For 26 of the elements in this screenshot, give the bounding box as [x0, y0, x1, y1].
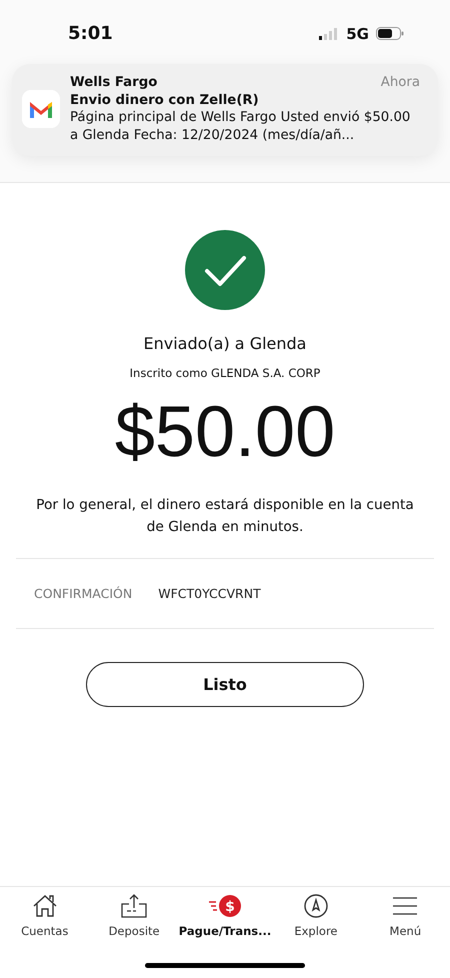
- battery-icon: [376, 27, 404, 40]
- menu-icon: [392, 895, 418, 917]
- done-button[interactable]: Listo: [86, 662, 364, 707]
- tab[interactable]: Menú: [360, 893, 450, 953]
- checkmark-icon: [185, 230, 265, 310]
- clock: 5:01: [68, 23, 113, 44]
- signal-icon: [319, 28, 340, 40]
- confirmation-label: CONFIRMACIÓN: [34, 586, 132, 601]
- confirmation-code: WFCT0YCCVRNT: [158, 586, 261, 601]
- tab[interactable]: $ Pague/Trans...: [178, 893, 272, 953]
- enrolled-name: Inscrito como GLENDA S.A. CORP: [130, 366, 320, 380]
- notification-time: Ahora: [380, 74, 420, 92]
- home-icon: [32, 894, 58, 918]
- notification-title: Envio dinero con Zelle(R): [70, 92, 260, 109]
- tab[interactable]: Deposite: [89, 893, 179, 953]
- app-name: Wells Fargo: [70, 74, 158, 92]
- availability-message: Por lo general, el dinero estará disponible en la cuenta de Glenda en minutos.: [35, 496, 415, 537]
- deposit-icon: [120, 893, 148, 919]
- notification-card[interactable]: Wells Fargo Ahora Envio dinero con Zelle(R) Página principal de Wells Fargo Usted envió $50.00 a Glenda Fecha: 12/20/2024 (mes/día/añ...: [12, 64, 438, 156]
- notification-body: Página principal de Wells Fargo Usted envió $50.00 a Glenda Fecha: 12/20/2024 (mes/día/añ...: [70, 109, 412, 144]
- tab[interactable]: Explore: [271, 893, 361, 953]
- network-type: 5G: [346, 24, 369, 42]
- amount: $50.00: [114, 392, 336, 472]
- recipient-heading: Enviado(a) a Glenda: [144, 334, 306, 353]
- compass-icon: [302, 893, 329, 919]
- tab[interactable]: Cuentas: [0, 893, 90, 953]
